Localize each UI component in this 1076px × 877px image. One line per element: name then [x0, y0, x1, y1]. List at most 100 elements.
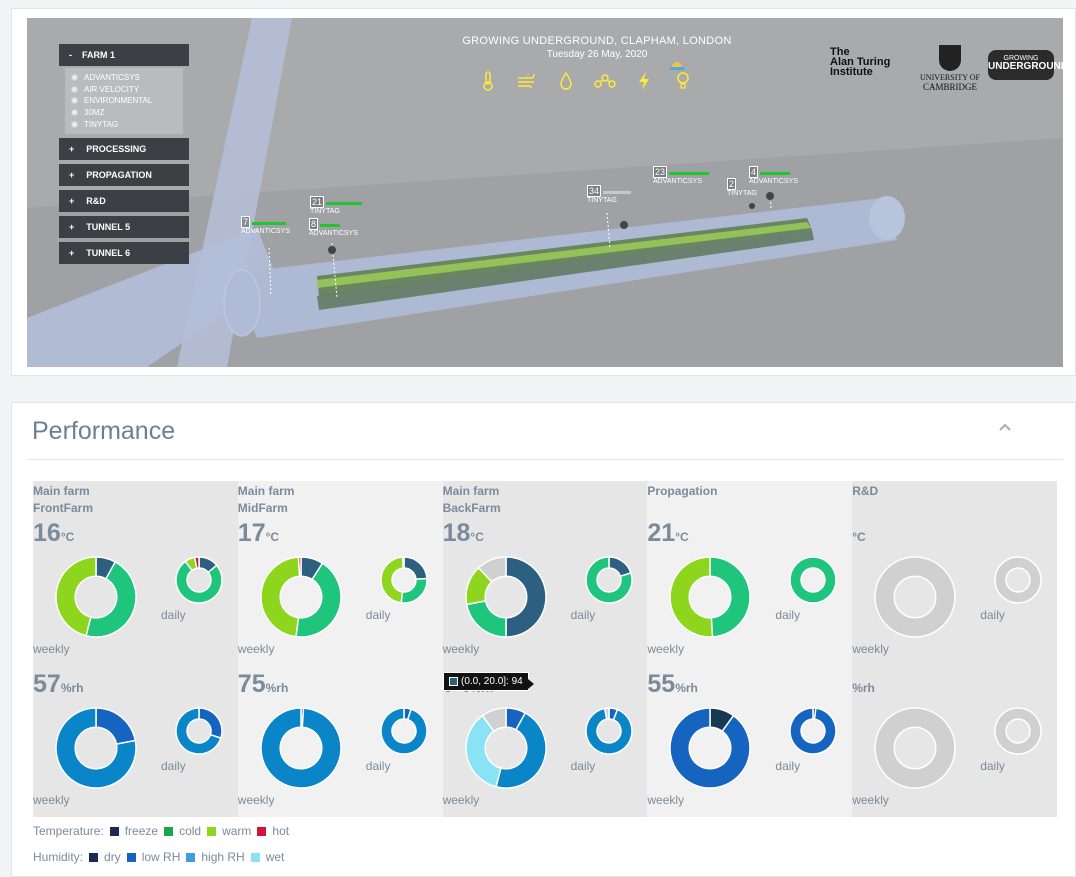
- sensor-marker[interactable]: 2 TINYTAG: [727, 178, 757, 197]
- legend-item[interactable]: high RH: [201, 850, 244, 864]
- checkbox[interactable]: [71, 120, 78, 128]
- donut-slice-low-rh[interactable]: [95, 707, 137, 745]
- temperature-daily-donut[interactable]: [789, 556, 838, 604]
- sensor-marker[interactable]: 7 ADVANTICSYS: [241, 216, 290, 235]
- donut-slice-low-rh[interactable]: [789, 707, 838, 755]
- legend-item[interactable]: warm: [222, 824, 251, 838]
- humidity-weekly-donut[interactable]: [669, 707, 752, 789]
- humidity-daily-donut[interactable]: [789, 707, 838, 755]
- marker-number: 2: [727, 178, 737, 190]
- donut-slice-hot[interactable]: [297, 556, 302, 578]
- drop-icon[interactable]: [555, 70, 577, 92]
- temperature-daily-donut[interactable]: [994, 556, 1042, 604]
- sensor-option-environmental[interactable]: ENVIRONMENTAL: [71, 95, 177, 107]
- humidity-daily-donut[interactable]: [584, 707, 633, 755]
- donut-slice-warm[interactable]: [669, 556, 714, 638]
- sensor-marker[interactable]: 8 ADVANTICSYS: [309, 218, 358, 237]
- donut-slice-cold[interactable]: [709, 556, 752, 638]
- temperature-weekly-donut[interactable]: [464, 556, 547, 638]
- metric-icon-row: [477, 70, 694, 92]
- temperature-daily-donut[interactable]: [584, 556, 633, 604]
- humidity-weekly-donut[interactable]: [874, 707, 956, 789]
- humidity-value: 55%rh: [647, 670, 698, 698]
- humidity-daily-donut[interactable]: [380, 707, 428, 755]
- donut-slice-low-rh[interactable]: [669, 707, 752, 789]
- temperature-value: 18°C: [442, 519, 484, 547]
- temperature-weekly-donut[interactable]: [260, 556, 342, 638]
- legend-item[interactable]: dry: [104, 850, 121, 864]
- menu-group-rnd[interactable]: + R&D: [59, 189, 189, 212]
- farm-3d-scene[interactable]: - FARM 1 ADVANTICSYS AIR VELOCITY ENVIRO…: [27, 18, 1063, 367]
- lightning-icon[interactable]: [633, 70, 655, 92]
- marker-label: TINYTAG: [310, 208, 340, 215]
- daily-label: daily: [980, 759, 1005, 773]
- menu-group-tunnel-5[interactable]: + TUNNEL 5: [59, 215, 189, 238]
- legend-item[interactable]: wet: [266, 850, 285, 864]
- humidity-daily-donut[interactable]: [994, 707, 1042, 755]
- legend-swatch: [89, 852, 99, 862]
- donut-slice-hot[interactable]: [401, 556, 405, 569]
- menu-group-tunnel-6[interactable]: + TUNNEL 6: [59, 241, 189, 264]
- donut-slice-warm[interactable]: [260, 556, 301, 638]
- sensor-label: 30MZ: [84, 108, 105, 118]
- expand-toggle[interactable]: +: [69, 144, 74, 154]
- donut-slice-high-rh[interactable]: [260, 707, 342, 789]
- thermometer-icon[interactable]: [477, 70, 499, 92]
- temperature-weekly-donut[interactable]: [874, 556, 956, 638]
- expand-toggle[interactable]: +: [69, 196, 74, 206]
- checkbox[interactable]: [71, 97, 78, 105]
- expand-toggle[interactable]: +: [69, 248, 74, 258]
- humidity-daily-donut[interactable]: [175, 707, 223, 755]
- donut-slice-cold[interactable]: [400, 577, 428, 604]
- temperature-weekly-donut[interactable]: [669, 556, 752, 638]
- chevron-up-icon[interactable]: [998, 419, 1012, 435]
- donut-slice-cold[interactable]: [465, 600, 507, 638]
- donut-slice-freeze[interactable]: [403, 556, 428, 581]
- sensor-option-tinytag[interactable]: TINYTAG: [71, 118, 177, 130]
- donut-slice-low-rh[interactable]: [198, 707, 223, 740]
- sensor-marker[interactable]: 34 TINYTAG: [587, 185, 632, 204]
- humidity-weekly-donut[interactable]: [55, 707, 137, 789]
- sensor-marker[interactable]: 21 TINYTAG: [310, 196, 363, 215]
- legend-item[interactable]: low RH: [142, 850, 181, 864]
- expand-toggle[interactable]: +: [69, 170, 74, 180]
- temperature-value: 16°C: [33, 519, 75, 547]
- donut-slice-cold[interactable]: [789, 556, 838, 604]
- donut-slice-freeze[interactable]: [504, 556, 547, 638]
- temperature-daily-donut[interactable]: [175, 556, 223, 604]
- humidity-weekly-donut[interactable]: [260, 707, 342, 789]
- temperature-weekly-donut[interactable]: [55, 556, 137, 638]
- sensor-option-30mz[interactable]: 30MZ: [71, 107, 177, 119]
- temperature-daily-donut[interactable]: [380, 556, 428, 604]
- molecule-icon[interactable]: [594, 70, 616, 92]
- donut-slice-none[interactable]: [874, 707, 956, 789]
- bulb-icon[interactable]: [672, 70, 694, 92]
- sensor-option-advanticsys[interactable]: ADVANTICSYS: [71, 72, 177, 84]
- donut-slice-none[interactable]: [994, 556, 1042, 604]
- wind-icon[interactable]: [516, 70, 538, 92]
- legend-item[interactable]: cold: [179, 824, 201, 838]
- collapse-toggle[interactable]: -: [69, 50, 72, 60]
- marker-bar: [669, 171, 710, 175]
- checkbox[interactable]: [71, 109, 78, 117]
- legend-item[interactable]: hot: [272, 824, 289, 838]
- checkbox[interactable]: [71, 85, 78, 93]
- turing-logo: The Alan Turing Institute: [830, 47, 890, 78]
- donut-slice-high-rh[interactable]: [380, 707, 428, 755]
- legend-swatch: [207, 826, 217, 836]
- marker-label: ADVANTICSYS: [241, 228, 290, 235]
- sensor-option-air-velocity[interactable]: AIR VELOCITY: [71, 84, 177, 96]
- marker-number: 7: [241, 216, 251, 228]
- donut-slice-warm[interactable]: [380, 556, 404, 604]
- sensor-marker[interactable]: 23 ADVANTICSYS: [653, 166, 710, 185]
- expand-toggle[interactable]: +: [69, 222, 74, 232]
- menu-group-propagation[interactable]: + PROPAGATION: [59, 163, 189, 186]
- donut-slice-none[interactable]: [994, 707, 1042, 755]
- menu-group-processing[interactable]: + PROCESSING: [59, 137, 189, 160]
- checkbox[interactable]: [71, 74, 78, 82]
- divider: [28, 459, 1063, 460]
- humidity-weekly-donut[interactable]: [464, 707, 547, 789]
- donut-slice-none[interactable]: [874, 556, 956, 638]
- legend-item[interactable]: freeze: [125, 824, 158, 838]
- menu-group-farm-1[interactable]: - FARM 1: [59, 44, 189, 66]
